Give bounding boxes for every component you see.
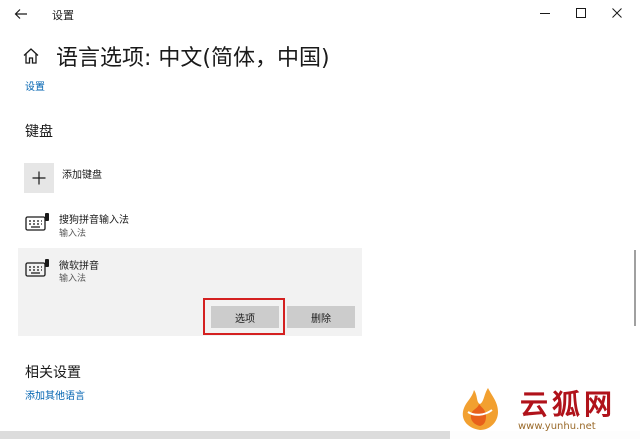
keyboard-item-name: 搜狗拼音输入法	[59, 215, 129, 226]
back-button[interactable]	[10, 4, 32, 24]
home-icon	[23, 48, 39, 64]
keyboard-icon	[25, 213, 49, 231]
minimize-button[interactable]	[530, 3, 560, 23]
keyboard-item-type: 输入法	[59, 229, 87, 239]
add-keyboard-box[interactable]	[24, 163, 54, 193]
breadcrumb-settings-link[interactable]: 设置	[25, 78, 45, 93]
plus-icon	[32, 171, 46, 185]
fox-logo-icon	[462, 388, 498, 430]
keyboard-section-title: 键盘	[25, 124, 53, 140]
keyboard-item-sogou[interactable]: 搜狗拼音输入法 输入法	[18, 208, 362, 244]
scrollbar[interactable]	[632, 28, 638, 428]
add-other-language-link[interactable]: 添加其他语言	[25, 387, 85, 402]
close-button[interactable]	[602, 3, 632, 23]
scrollbar-thumb[interactable]	[634, 250, 636, 326]
watermark-url: www.yunhu.net	[518, 421, 596, 432]
minimize-icon	[540, 13, 550, 14]
keyboard-icon	[25, 259, 49, 277]
related-settings-title: 相关设置	[25, 365, 81, 381]
add-keyboard-button[interactable]: 添加键盘	[24, 163, 102, 193]
page-header: 语言选项: 中文(简体，中国)	[22, 40, 330, 72]
options-button[interactable]: 选项	[211, 306, 279, 328]
add-keyboard-label: 添加键盘	[62, 170, 102, 181]
title-bar: 设置	[0, 0, 640, 28]
back-arrow-icon	[14, 9, 27, 19]
watermark-brand: 云狐网	[520, 388, 617, 421]
home-button[interactable]	[22, 46, 42, 66]
delete-button[interactable]: 删除	[287, 306, 355, 328]
watermark: 云狐网 www.yunhu.net	[450, 378, 640, 439]
close-icon	[612, 8, 622, 18]
page-title: 语言选项: 中文(简体，中国)	[56, 46, 330, 71]
maximize-icon	[576, 8, 586, 18]
maximize-button[interactable]	[566, 3, 596, 23]
keyboard-item-type: 输入法	[59, 274, 87, 284]
window-title: 设置	[52, 9, 74, 22]
keyboard-item-name: 微软拼音	[59, 261, 99, 272]
